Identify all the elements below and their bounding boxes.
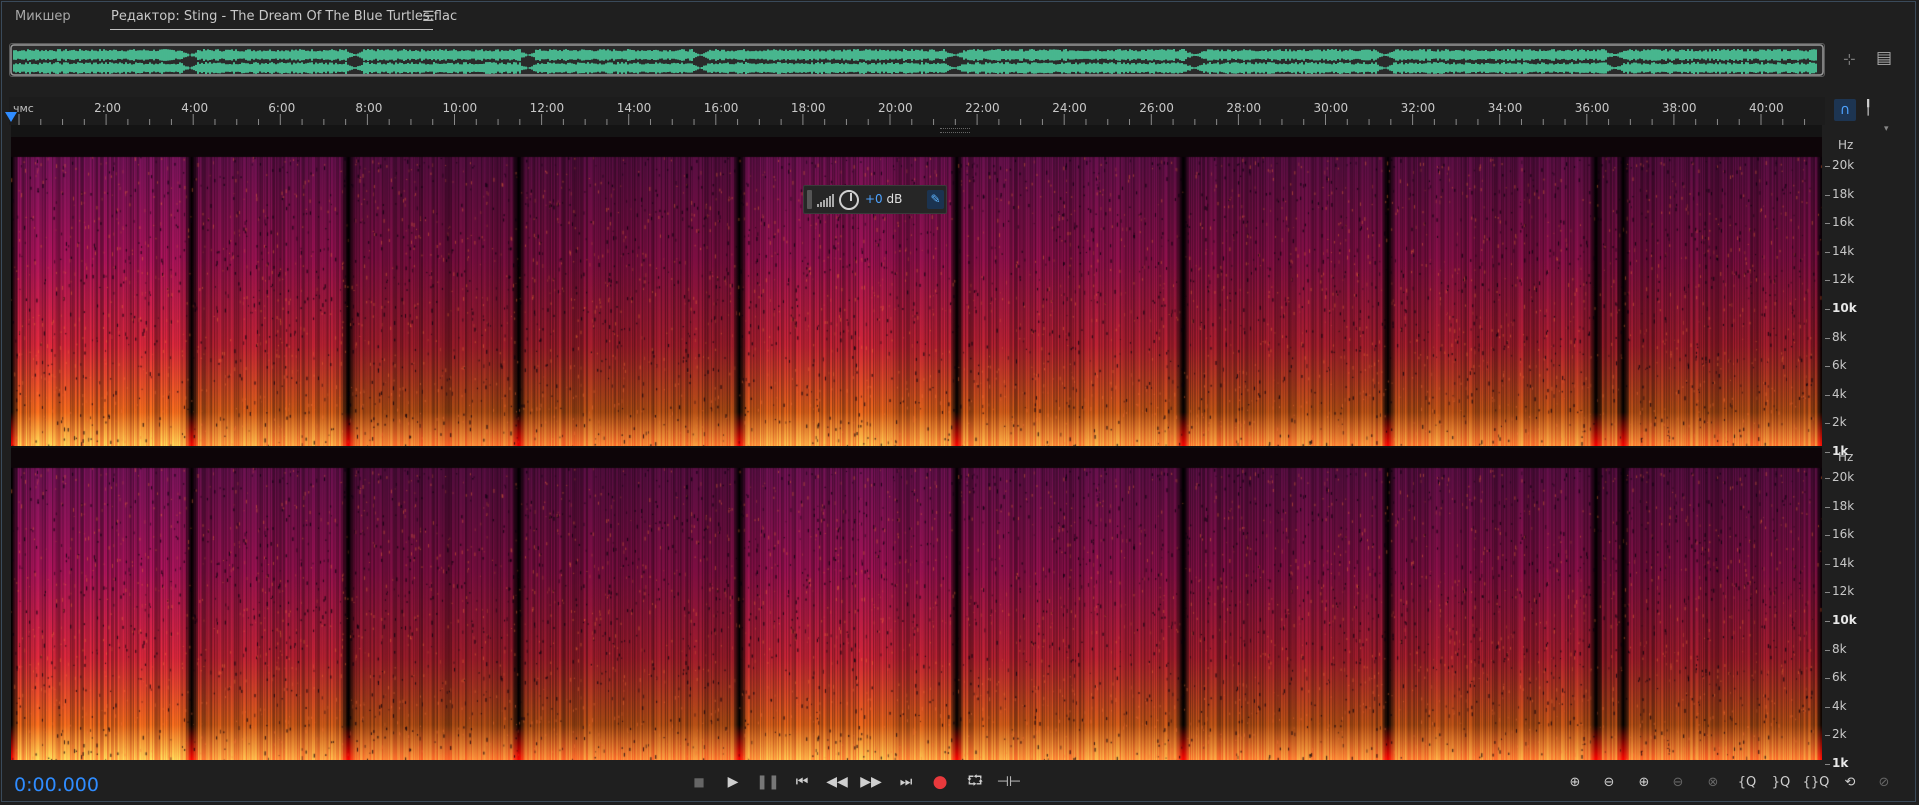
hamburger-menu-icon[interactable]: ☰ bbox=[422, 9, 435, 25]
play-icon[interactable]: ▶ bbox=[720, 771, 746, 793]
current-time-display[interactable]: 0:00.000 bbox=[14, 774, 99, 796]
tab-mixer[interactable]: Микшер bbox=[15, 9, 71, 24]
tab-bar: Микшер Редактор: Sting - The Dream Of Th… bbox=[0, 0, 1919, 34]
hz-label: 12k bbox=[1832, 584, 1855, 599]
tab-editor[interactable]: Редактор: Sting - The Dream Of The Blue … bbox=[111, 9, 457, 24]
hz-label: 10k bbox=[1832, 613, 1857, 627]
zoom-out-full-icon[interactable]: ⊗ bbox=[1699, 771, 1727, 793]
overview-waveform[interactable] bbox=[9, 43, 1825, 77]
go-to-start-icon[interactable]: ⏮ bbox=[789, 771, 815, 793]
zoom-in-amplitude-icon[interactable]: ⊕ bbox=[1561, 771, 1589, 793]
hz-label: 2k bbox=[1832, 415, 1847, 430]
ruler-ticks bbox=[18, 114, 1806, 125]
hz-label: 6k bbox=[1832, 670, 1847, 685]
pin-icon[interactable]: ✎ bbox=[927, 190, 944, 209]
hz-tick bbox=[1825, 423, 1830, 425]
hz-tick bbox=[1825, 366, 1830, 368]
volume-value: +0 bbox=[865, 192, 883, 206]
hz-label: 14k bbox=[1832, 243, 1855, 258]
zoom-out-time-icon[interactable]: ⊖ bbox=[1664, 771, 1692, 793]
zoom-out-amplitude-icon[interactable]: ⊖ bbox=[1595, 771, 1623, 793]
loop-playback-icon[interactable]: ⮔ bbox=[962, 771, 988, 793]
hz-label: 16k bbox=[1832, 215, 1855, 230]
hz-tick bbox=[1825, 251, 1830, 253]
skip-selection-icon[interactable]: ⊣⊢ bbox=[996, 771, 1022, 793]
rewind-icon[interactable]: ◀◀ bbox=[824, 771, 850, 793]
hz-tick bbox=[1825, 621, 1830, 622]
hz-unit-label: Hz bbox=[1838, 138, 1854, 152]
hz-label: 20k bbox=[1832, 470, 1855, 484]
hz-tick bbox=[1825, 735, 1830, 737]
volume-unit: dB bbox=[882, 192, 903, 206]
go-to-end-icon[interactable]: ⏭ bbox=[893, 771, 919, 793]
time-ruler[interactable]: чмс 2:00 4:00 6:00 8:00 10:00 12:00 14:00 16:00… bbox=[9, 97, 1825, 125]
hz-tick bbox=[1825, 592, 1830, 594]
hz-tick bbox=[1825, 280, 1830, 282]
zoom-in-time-icon[interactable]: ⊕ bbox=[1630, 771, 1658, 793]
zoom-right-selection-icon[interactable]: {}Q bbox=[1802, 771, 1830, 793]
hz-tick bbox=[1825, 223, 1830, 225]
overview-waveform-graphic bbox=[10, 44, 1824, 76]
hz-unit-label: Hz bbox=[1838, 450, 1854, 464]
hz-label: 2k bbox=[1832, 727, 1847, 742]
volume-knob[interactable] bbox=[839, 190, 859, 210]
level-bars-icon bbox=[817, 194, 834, 207]
fast-forward-icon[interactable]: ▶▶ bbox=[858, 771, 884, 793]
hz-tick bbox=[1825, 452, 1830, 453]
hud-drag-handle[interactable] bbox=[807, 190, 812, 209]
zoom-left-selection-icon[interactable]: }Q bbox=[1767, 771, 1795, 793]
hz-tick bbox=[1825, 706, 1830, 708]
hz-label: 18k bbox=[1832, 186, 1855, 201]
hz-tick bbox=[1825, 678, 1830, 680]
volume-knob-indicator bbox=[850, 193, 852, 201]
hz-tick bbox=[1825, 506, 1830, 508]
panel-list-icon[interactable]: ▤ bbox=[1876, 48, 1892, 68]
hz-label: 12k bbox=[1832, 272, 1855, 287]
zoom-in-selection-icon[interactable]: {Q bbox=[1733, 771, 1761, 793]
spectrogram-right-channel[interactable] bbox=[11, 448, 1822, 760]
marker-pin-icon[interactable]: ╿ bbox=[1864, 100, 1872, 116]
hz-tick bbox=[1825, 337, 1830, 339]
hz-label: 16k bbox=[1832, 527, 1855, 542]
active-tab-underline bbox=[110, 29, 433, 30]
hz-label: 18k bbox=[1832, 498, 1855, 513]
record-icon[interactable]: ● bbox=[927, 771, 953, 793]
hz-tick bbox=[1825, 194, 1830, 196]
hz-tick bbox=[1825, 535, 1830, 537]
hz-tick bbox=[1825, 309, 1830, 310]
hz-label: 14k bbox=[1832, 555, 1855, 570]
resize-handle[interactable] bbox=[940, 128, 970, 133]
spectrogram-left-channel[interactable] bbox=[11, 137, 1822, 447]
volume-hud[interactable]: +0 dB ✎ bbox=[803, 185, 947, 214]
chevron-down-icon[interactable]: ▾ bbox=[1884, 124, 1889, 134]
hz-label: 20k bbox=[1832, 158, 1855, 172]
hz-tick bbox=[1825, 394, 1830, 396]
hz-label: 8k bbox=[1832, 641, 1847, 656]
playhead-marker[interactable] bbox=[5, 112, 17, 122]
headphones-monitor-icon[interactable]: ∩ bbox=[1834, 99, 1856, 121]
zoom-navigator-icon[interactable]: ⊹ bbox=[1843, 50, 1856, 68]
hz-tick bbox=[1825, 478, 1830, 479]
hz-tick bbox=[1825, 649, 1830, 651]
hz-label: 6k bbox=[1832, 358, 1847, 373]
zoom-reset-icon[interactable]: ⟲ bbox=[1836, 771, 1864, 793]
volume-readout[interactable]: +0 dB bbox=[865, 192, 902, 206]
hz-label: 4k bbox=[1832, 386, 1847, 401]
hz-tick bbox=[1825, 563, 1830, 565]
hz-label: 4k bbox=[1832, 698, 1847, 713]
overview-wave-channel bbox=[13, 49, 1817, 61]
hz-label: 10k bbox=[1832, 301, 1857, 315]
pause-icon[interactable]: ❚❚ bbox=[755, 771, 781, 793]
spectrogram-top-margin bbox=[11, 125, 1822, 137]
overview-wave-channel bbox=[13, 62, 1817, 74]
zoom-extra-icon[interactable]: ⊘ bbox=[1870, 771, 1898, 793]
stop-icon[interactable]: ■ bbox=[686, 771, 712, 793]
hz-label: 8k bbox=[1832, 329, 1847, 344]
hz-tick bbox=[1825, 166, 1830, 167]
